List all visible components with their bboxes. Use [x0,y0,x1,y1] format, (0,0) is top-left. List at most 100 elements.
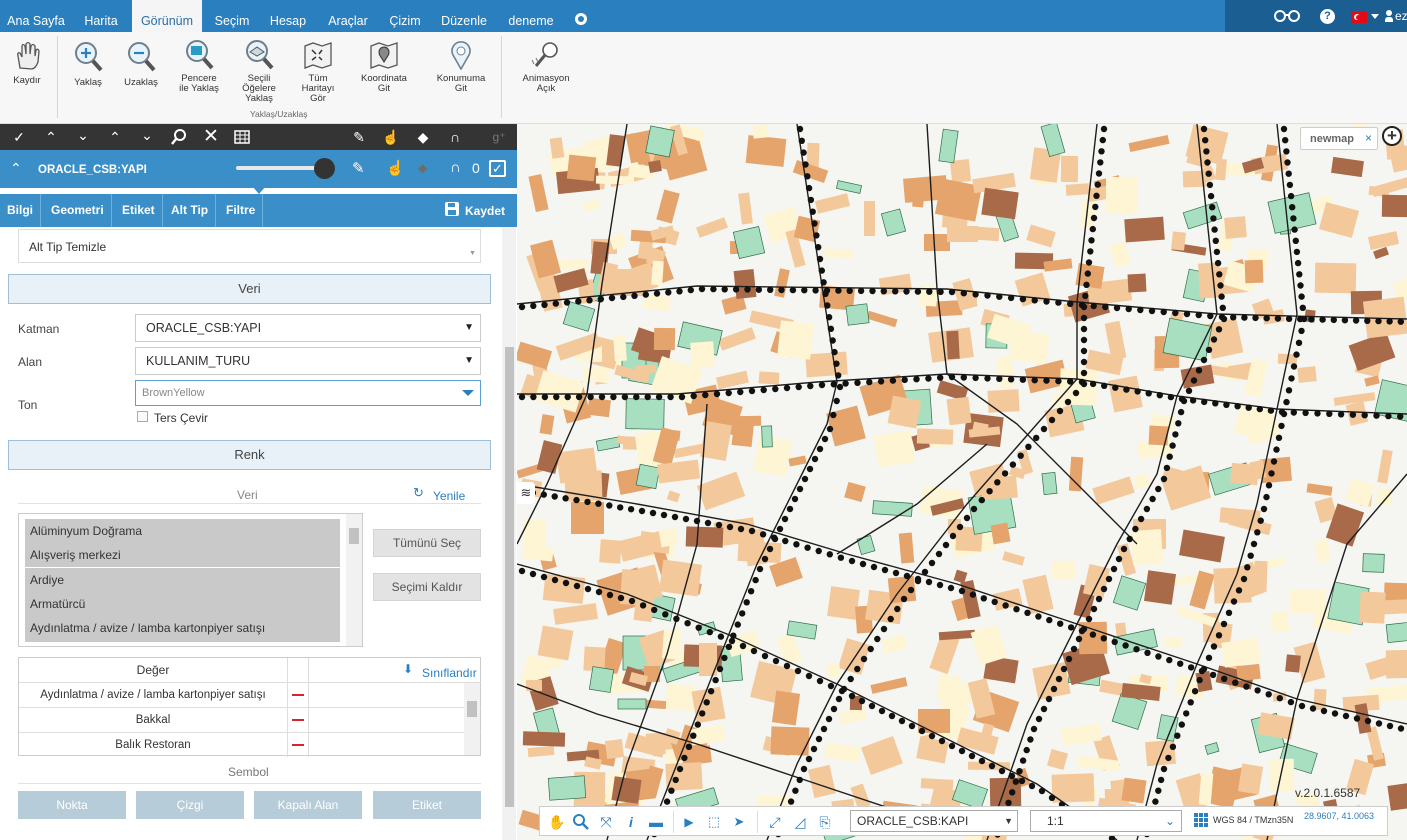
chevron-down-icon[interactable] [1371,14,1379,19]
magnet-icon[interactable]: ∩ [446,128,464,146]
coord-go-button[interactable]: Koordinata Git [356,40,412,94]
deselect-button[interactable]: Seçimi Kaldır [373,573,481,601]
double-chevron-up-icon[interactable]: ⌃ [106,128,124,146]
select-cursor-icon[interactable]: ➤ [730,813,748,831]
tab-duzenle[interactable]: Düzenle [434,0,494,32]
save-icon[interactable] [445,202,459,216]
tab-secim[interactable]: Seçim [204,0,260,32]
collapse-icon[interactable]: ⌃ [10,160,24,176]
tab-geometri[interactable]: Geometri [44,194,112,227]
pencil-icon[interactable]: ✎ [350,128,368,146]
zoom-out-button[interactable]: Uzaklaş [118,40,164,88]
value-listbox[interactable]: Alüminyum Doğrama Alışveriş merkezi Ardi… [18,513,363,647]
check-icon[interactable]: ✓ [10,128,28,146]
map-svg[interactable] [517,124,1407,840]
table-icon[interactable] [234,129,250,145]
animation-button[interactable]: Animasyon Açık [516,40,576,94]
add-map-icon[interactable]: + [1382,126,1402,146]
zoom-selected-button[interactable]: Seçili Öğelere Yaklaş [236,40,282,104]
add-tab-icon[interactable] [575,13,587,25]
glasses-icon[interactable] [1273,9,1301,23]
tab-alt-tip[interactable]: Alt Tip [164,194,217,227]
list-item[interactable]: Alüminyum Doğrama [25,519,340,543]
opacity-slider-handle[interactable] [314,158,335,179]
map-tab[interactable]: newmap × [1300,127,1378,150]
magnet-icon[interactable]: ∩ [450,159,461,176]
scale-select[interactable]: 1:1 ⌄ [1030,810,1182,832]
table-scrollbar[interactable] [464,683,480,755]
chevron-down-icon[interactable]: ⌄ [74,126,92,144]
line-button[interactable]: Çizgi [136,791,244,819]
location-go-button[interactable]: Konumuma Git [432,40,490,94]
flag-tr-icon[interactable] [1351,12,1367,23]
panel-scrollbar[interactable] [502,227,516,840]
tab-gorunum[interactable]: Görünüm [132,0,202,32]
tab-harita[interactable]: Harita [72,0,130,32]
tab-cizim[interactable]: Çizim [380,0,430,32]
hand-pointer-icon[interactable]: ☝ [382,128,400,146]
close-icon[interactable]: × [1365,131,1372,145]
list-item[interactable]: Alışveriş merkezi [25,543,340,567]
scrollbar-thumb[interactable] [505,347,514,807]
print-icon[interactable]: ▬ [647,813,665,831]
fullscreen-icon[interactable]: ⤧ [597,813,615,831]
info-icon[interactable]: i [622,813,640,831]
grid-icon[interactable] [1194,813,1209,828]
refresh-icon[interactable]: ↻ [413,485,424,501]
export-icon[interactable]: ⎘ [816,813,834,831]
listbox-scrollbar[interactable] [346,514,362,646]
search-icon[interactable] [171,129,187,145]
list-item[interactable]: Armatürcü [25,592,340,616]
pan-hand-icon[interactable]: ✋ [548,813,566,831]
classify-button[interactable]: Sınıflandır [422,666,477,680]
select-all-button[interactable]: Tümünü Seç [373,529,481,557]
data-section-header[interactable]: Veri [8,274,491,304]
user-name[interactable]: ezgi [1395,9,1407,23]
point-button[interactable]: Nokta [18,791,126,819]
remove-icon[interactable] [292,719,304,721]
remove-icon[interactable] [292,744,304,746]
list-item[interactable]: Ardiye [25,568,340,592]
layers-icon[interactable]: ≋ [517,482,535,504]
invert-checkbox[interactable] [137,411,148,422]
tab-hesap[interactable]: Hesap [260,0,316,32]
select-box-icon[interactable]: ⬚ [705,813,723,831]
pan-button[interactable]: Kaydır [6,40,48,86]
hand-pointer-icon[interactable]: ☝ [386,159,405,177]
list-item[interactable]: Aydınlatma / avize / lamba kartonpiyer s… [25,616,340,642]
eraser-icon[interactable]: ◆ [418,161,427,175]
google-plus-icon[interactable]: g⁺ [490,128,508,146]
subtype-clear-box[interactable]: Alt Tip Temizle ▼ [18,229,481,263]
tab-filtre[interactable]: Filtre [219,194,264,227]
opacity-slider-track[interactable] [236,166,318,170]
label-button[interactable]: Etiket [373,791,481,819]
tab-bilgi[interactable]: Bilgi [0,194,41,227]
tab-deneme[interactable]: deneme [500,0,562,32]
alan-select[interactable]: KULLANIM_TURU ▼ [135,347,481,375]
map-canvas[interactable]: newmap × + ≋ v.2.0.1.6587 [517,124,1407,840]
polygon-button[interactable]: Kapalı Alan [254,791,362,819]
search-icon[interactable] [573,814,589,830]
katman-select[interactable]: ORACLE_CSB:YAPI ▼ [135,314,481,342]
extent-icon[interactable]: ⤢ [766,813,784,831]
table-row[interactable]: Bakkal [19,707,481,732]
remove-icon[interactable] [292,694,304,696]
table-row[interactable]: Balık Restoran [19,732,481,757]
ton-select[interactable]: BrownYellow [135,380,481,406]
help-icon[interactable]: ? [1320,9,1335,24]
tab-ana-sayfa[interactable]: Ana Sayfa [0,0,72,32]
refresh-button[interactable]: Yenile [433,489,465,503]
save-button[interactable]: Kaydet [465,204,505,218]
download-icon[interactable]: ⬇ [403,662,413,676]
zoom-in-button[interactable]: Yaklaş [66,40,110,88]
color-section-header[interactable]: Renk [8,440,491,470]
full-map-button[interactable]: Tüm Haritayı Gör [296,40,340,104]
visibility-checkbox[interactable]: ✓ [489,160,506,177]
tab-etiket[interactable]: Etiket [115,194,163,227]
scrollbar-thumb[interactable] [349,528,359,544]
play-icon[interactable]: ▶ [680,813,698,831]
tab-araclar[interactable]: Araçlar [318,0,378,32]
eraser-icon[interactable]: ◆ [414,128,432,146]
double-chevron-down-icon[interactable]: ⌄ [138,126,156,144]
chevron-up-icon[interactable]: ⌃ [42,128,60,146]
